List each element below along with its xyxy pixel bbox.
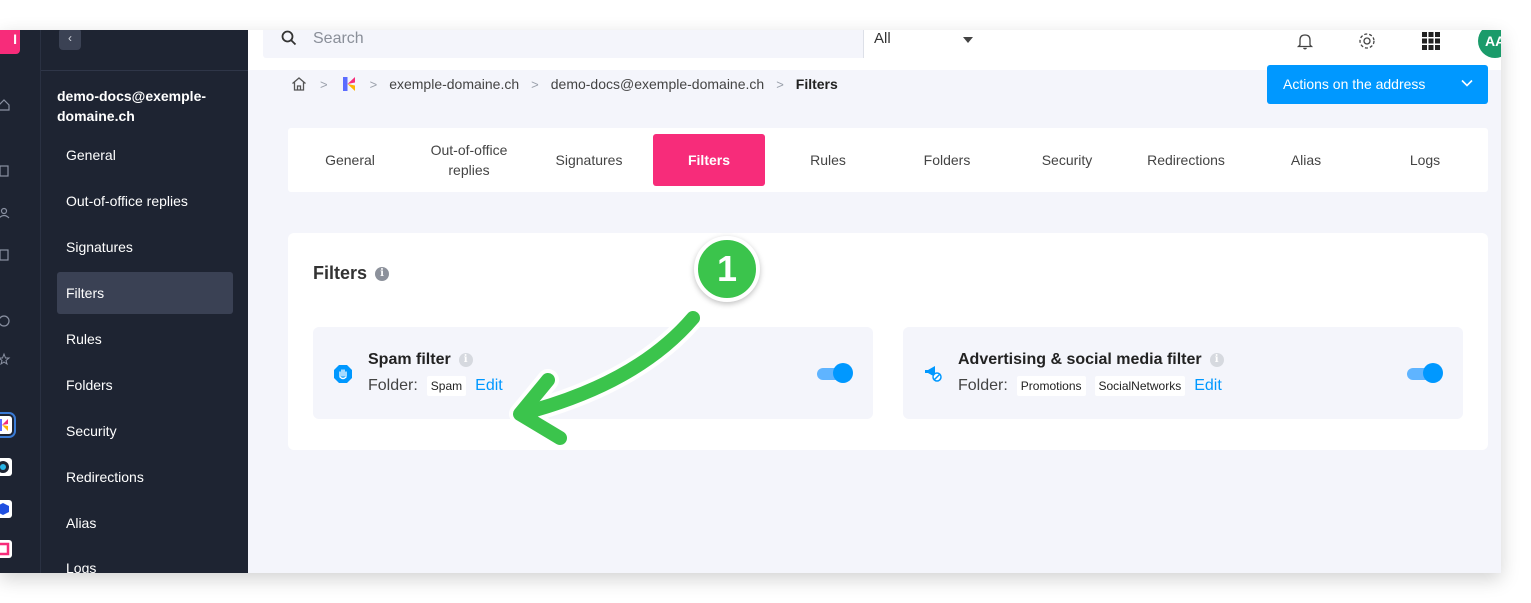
toggle-knob	[833, 363, 853, 383]
top-bar: All AA	[248, 30, 1501, 70]
filters-title: Filters i	[313, 263, 390, 284]
kmail-app-icon[interactable]	[0, 412, 16, 438]
breadcrumb-separator: >	[776, 76, 784, 92]
spam-filter-toggle[interactable]	[817, 363, 853, 383]
folder-label: Folder:	[368, 377, 418, 394]
breadcrumb-domain[interactable]: exemple-domaine.ch	[389, 76, 519, 92]
kmail-logo-icon[interactable]	[340, 75, 358, 93]
breadcrumb: > > exemple-domaine.ch > demo-docs@exemp…	[290, 74, 838, 94]
folder-label: Folder:	[958, 377, 1008, 394]
filters-card: Filters i Spam filter i Folder: Spam Edit …	[288, 233, 1488, 450]
kchat-app-icon[interactable]	[0, 500, 12, 518]
actions-button-label: Actions on the address	[1283, 76, 1426, 92]
folder-chip-spam: Spam	[426, 376, 467, 396]
star-icon[interactable]	[0, 352, 11, 366]
folder-chip-socialnetworks: SocialNetworks	[1094, 376, 1186, 396]
breadcrumb-separator: >	[369, 76, 378, 92]
sidebar-item-filters[interactable]: Filters	[57, 272, 233, 314]
tab-filters[interactable]: Filters	[653, 134, 765, 186]
spam-filter-name-text: Spam filter	[368, 351, 451, 368]
bell-icon[interactable]	[1294, 30, 1316, 52]
apps-grid-icon[interactable]	[1420, 30, 1442, 52]
sidebar: ‹ demo-docs@exemple-domaine.ch General O…	[40, 30, 248, 573]
sidebar-item-signatures[interactable]: Signatures	[57, 226, 233, 268]
step-badge: 1	[694, 236, 760, 302]
breadcrumb-separator: >	[320, 76, 328, 92]
spam-filter-name: Spam filter i	[368, 351, 473, 369]
sidebar-item-redirections[interactable]: Redirections	[57, 456, 233, 498]
info-icon[interactable]: i	[1209, 352, 1224, 367]
settings-tabs: General Out-of-office replies Signatures…	[288, 128, 1488, 192]
chevron-down-icon	[1461, 79, 1473, 87]
sidebar-account-name: demo-docs@exemple-domaine.ch	[57, 88, 207, 124]
tab-folders[interactable]: Folders	[891, 134, 1003, 186]
sidebar-item-general[interactable]: General	[57, 134, 233, 176]
advertising-filter-toggle[interactable]	[1407, 363, 1443, 383]
megaphone-block-icon	[925, 366, 942, 382]
kmeet-app-icon[interactable]	[0, 540, 12, 558]
sidebar-item-folders[interactable]: Folders	[57, 364, 233, 406]
sidebar-item-logs[interactable]: Logs	[57, 547, 233, 573]
spam-filter-folder: Folder: Spam Edit	[368, 376, 503, 396]
search-scope-select[interactable]: All	[863, 30, 983, 58]
advertising-filter-edit-link[interactable]: Edit	[1194, 377, 1222, 395]
tab-signatures[interactable]: Signatures	[533, 134, 645, 186]
search-bar: All	[263, 30, 983, 58]
breadcrumb-address[interactable]: demo-docs@exemple-domaine.ch	[551, 76, 764, 92]
sidebar-item-security[interactable]: Security	[57, 410, 233, 452]
tab-alias[interactable]: Alias	[1250, 134, 1362, 186]
sidebar-item-rules[interactable]: Rules	[57, 318, 233, 360]
advertising-filter-row: Advertising & social media filter i Folde…	[903, 327, 1463, 419]
folder-chip-promotions: Promotions	[1016, 376, 1086, 396]
spam-filter-edit-link[interactable]: Edit	[475, 377, 503, 395]
building-icon[interactable]	[0, 164, 11, 178]
tab-rules[interactable]: Rules	[772, 134, 884, 186]
info-icon[interactable]: i	[375, 267, 390, 282]
advertising-filter-name-text: Advertising & social media filter	[958, 351, 1202, 368]
spam-filter-row: Spam filter i Folder: Spam Edit	[313, 327, 873, 419]
sidebar-item-alias[interactable]: Alias	[57, 502, 233, 544]
search-input[interactable]	[313, 30, 843, 50]
breadcrumb-current: Filters	[795, 76, 838, 92]
brand-logo[interactable]: I	[0, 30, 20, 54]
home-icon[interactable]	[0, 98, 11, 112]
sidebar-item-out-of-office[interactable]: Out-of-office replies	[57, 180, 233, 222]
user-icon[interactable]	[0, 206, 11, 220]
search-icon	[281, 30, 297, 46]
actions-on-address-button[interactable]: Actions on the address	[1267, 65, 1488, 104]
gear-icon[interactable]	[1356, 30, 1378, 52]
document-icon[interactable]	[0, 248, 11, 262]
breadcrumb-separator: >	[531, 76, 539, 92]
caret-down-icon	[963, 37, 973, 43]
tab-general[interactable]: General	[294, 134, 406, 186]
tab-out-of-office[interactable]: Out-of-office replies	[414, 134, 524, 186]
tab-security[interactable]: Security	[1011, 134, 1123, 186]
user-avatar[interactable]: AA	[1478, 30, 1501, 58]
app-rail: I	[0, 30, 40, 573]
kdrive-app-icon[interactable]	[0, 458, 12, 476]
search-scope-value: All	[874, 30, 891, 47]
toggle-knob	[1423, 363, 1443, 383]
info-icon[interactable]: i	[458, 352, 473, 367]
sidebar-divider	[41, 70, 248, 71]
home-icon[interactable]	[290, 75, 308, 93]
tab-logs[interactable]: Logs	[1369, 134, 1481, 186]
filters-title-text: Filters	[313, 263, 368, 283]
tab-redirections[interactable]: Redirections	[1130, 134, 1242, 186]
hand-stop-icon	[334, 365, 352, 383]
support-icon[interactable]	[0, 314, 11, 328]
advertising-filter-name: Advertising & social media filter i	[958, 351, 1224, 369]
collapse-sidebar-button[interactable]: ‹	[59, 30, 81, 50]
advertising-filter-folder: Folder: Promotions SocialNetworks Edit	[958, 376, 1222, 396]
